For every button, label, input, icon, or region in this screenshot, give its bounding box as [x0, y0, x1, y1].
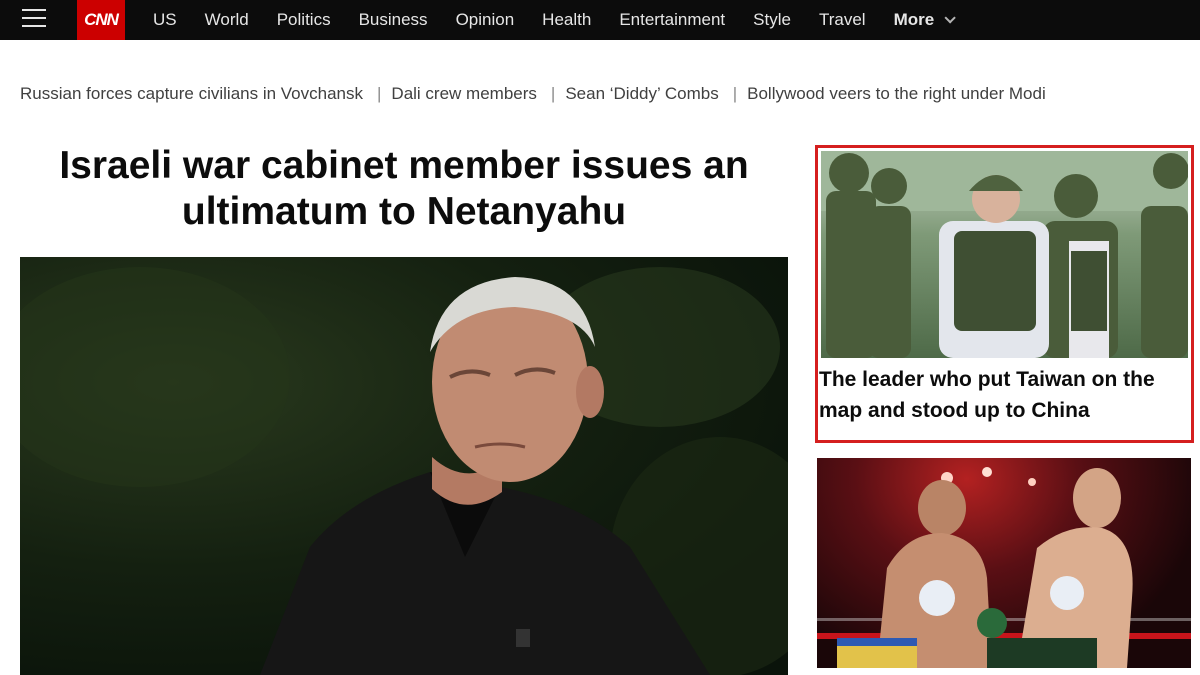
divider: |	[377, 84, 382, 103]
trending-bar: Russian forces capture civilians in Vovc…	[20, 82, 1200, 106]
story-image	[821, 151, 1188, 358]
nav-item-business[interactable]: Business	[345, 10, 442, 30]
divider: |	[550, 84, 556, 103]
nav-item-opinion[interactable]: Opinion	[442, 10, 529, 30]
side-story-image[interactable]	[817, 458, 1191, 668]
main-headline[interactable]: Israeli war cabinet member issues an ult…	[20, 143, 788, 235]
nav-items: US World Politics Business Opinion Healt…	[139, 0, 966, 40]
side-story-title[interactable]: The leader who put Taiwan on the map and…	[819, 364, 1191, 426]
nav-item-style[interactable]: Style	[739, 10, 805, 30]
nav-item-politics[interactable]: Politics	[263, 10, 345, 30]
nav-more-button[interactable]: More	[880, 10, 967, 30]
nav-more-label: More	[893, 10, 935, 29]
nav-item-world[interactable]: World	[191, 10, 263, 30]
main-story-image[interactable]	[20, 257, 788, 675]
nav-item-us[interactable]: US	[139, 10, 191, 30]
menu-icon[interactable]	[22, 6, 46, 30]
trending-link[interactable]: Sean ‘Diddy’ Combs	[565, 84, 718, 104]
trending-link[interactable]: Bollywood veers to the right under Modi	[747, 84, 1046, 104]
top-nav: CNN US World Politics Business Opinion H…	[0, 0, 1200, 40]
side-story-card[interactable]: The leader who put Taiwan on the map and…	[815, 145, 1194, 443]
cnn-logo[interactable]: CNN	[77, 0, 125, 40]
trending-link[interactable]: Dali crew members	[391, 84, 536, 104]
nav-item-entertainment[interactable]: Entertainment	[605, 10, 739, 30]
divider: |	[732, 84, 738, 103]
nav-item-health[interactable]: Health	[528, 10, 605, 30]
nav-item-travel[interactable]: Travel	[805, 10, 880, 30]
trending-link[interactable]: Russian forces capture civilians in Vovc…	[20, 84, 363, 104]
chevron-down-icon	[944, 12, 956, 24]
